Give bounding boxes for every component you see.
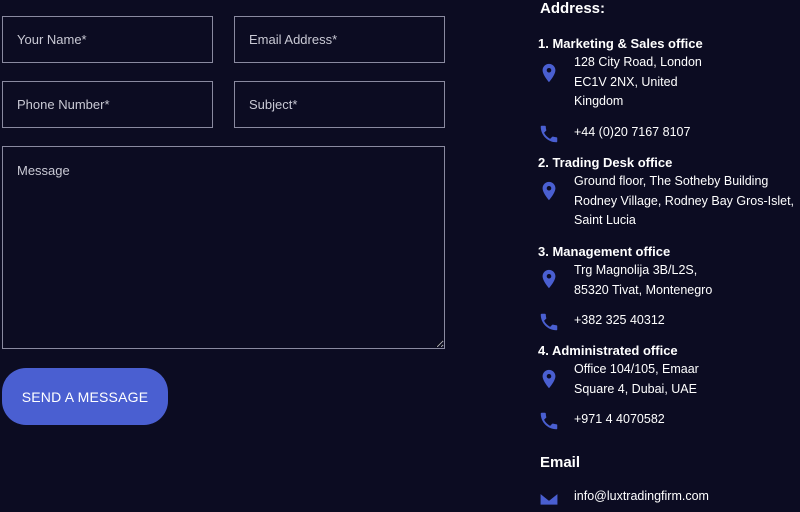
office-title-administrated: 4. Administrated office <box>538 343 678 358</box>
contact-page: SEND A MESSAGE Address: 1. Marketing & S… <box>0 0 800 512</box>
office-phone-administrated: +971 4 4070582 <box>574 412 665 426</box>
office-title-marketing: 1. Marketing & Sales office <box>538 36 703 51</box>
office-title-management: 3. Management office <box>538 244 671 259</box>
map-marker-icon <box>538 368 560 390</box>
envelope-icon <box>538 488 560 510</box>
address-heading: Address: <box>540 0 606 17</box>
phone-icon <box>538 123 560 145</box>
email-input[interactable] <box>234 16 445 63</box>
send-message-button[interactable]: SEND A MESSAGE <box>2 368 168 425</box>
office-address-marketing: 128 City Road, London EC1V 2NX, United K… <box>574 55 702 108</box>
subject-input[interactable] <box>234 81 445 128</box>
office-address-trading: Ground floor, The Sotheby Building Rodne… <box>574 174 795 227</box>
email-link[interactable]: info@luxtradingfirm.com <box>574 487 709 507</box>
name-input[interactable] <box>2 16 213 63</box>
office-title-trading: 2. Trading Desk office <box>538 155 673 170</box>
map-marker-icon <box>538 268 560 290</box>
map-marker-icon <box>538 180 560 202</box>
office-address-management: Trg Magnolija 3B/L2S, 85320 Tivat, Monte… <box>574 263 713 297</box>
office-phone-marketing: +44 (0)20 7167 8107 <box>574 125 691 139</box>
map-marker-icon <box>538 62 560 84</box>
phone-input[interactable] <box>2 81 213 128</box>
email-heading: Email <box>540 454 581 471</box>
office-phone-management: +382 325 40312 <box>574 313 665 327</box>
message-textarea[interactable] <box>2 146 445 349</box>
phone-icon <box>538 311 560 333</box>
office-address-administrated: Office 104/105, Emaar Square 4, Dubai, U… <box>574 362 699 396</box>
phone-icon <box>538 410 560 432</box>
